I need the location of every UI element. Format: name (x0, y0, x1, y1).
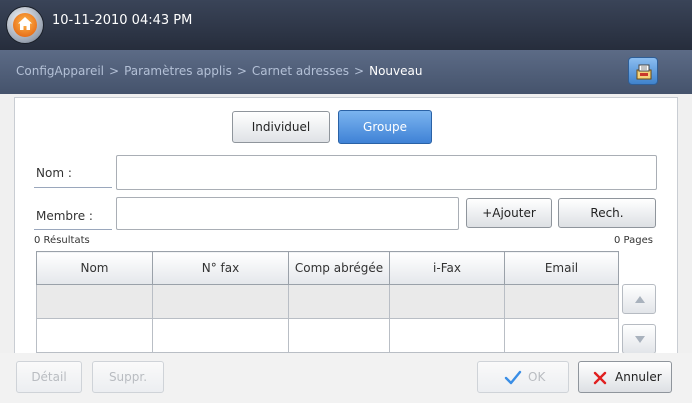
table-row[interactable] (36, 318, 619, 353)
member-input[interactable] (116, 197, 459, 230)
add-button[interactable]: +Ajouter (466, 198, 552, 228)
column-header-speed-dial[interactable]: Comp abrégée (288, 251, 390, 285)
breadcrumb-item-nouveau: Nouveau (369, 64, 423, 78)
individual-tab-button[interactable]: Individuel (232, 111, 330, 143)
checkmark-icon (504, 370, 522, 385)
table-row[interactable] (36, 284, 619, 319)
home-button[interactable] (6, 6, 44, 44)
name-divider (34, 187, 112, 188)
table-cell (389, 284, 505, 319)
scroll-down-button[interactable] (622, 324, 656, 354)
address-book-button[interactable] (628, 57, 658, 85)
arrow-up-icon (635, 296, 645, 303)
table-header-row: Nom N° fax Comp abrégée i-Fax Email (36, 251, 619, 285)
table-cell (152, 284, 289, 319)
table-cell (288, 318, 390, 353)
name-input[interactable] (116, 155, 657, 190)
ok-button[interactable]: OK (477, 361, 569, 393)
scroll-up-button[interactable] (622, 284, 656, 314)
results-count: 0 Résultats (34, 235, 90, 246)
table-cell (504, 318, 619, 353)
breadcrumb-separator: > (354, 64, 365, 78)
datetime: 10-11-2010 04:43 PM (52, 13, 193, 28)
breadcrumb-separator: > (236, 64, 247, 78)
delete-button[interactable]: Suppr. (92, 361, 164, 393)
status-bar: 10-11-2010 04:43 PM (0, 0, 692, 50)
close-icon (593, 371, 607, 385)
table-cell (36, 318, 153, 353)
table-cell (288, 284, 390, 319)
group-tab-button[interactable]: Groupe (338, 110, 432, 144)
column-header-fax[interactable]: N° fax (152, 251, 289, 285)
home-icon (13, 13, 37, 37)
breadcrumb-item-carnet-adresses[interactable]: Carnet adresses (252, 64, 349, 78)
cancel-button-label: Annuler (615, 370, 662, 384)
search-button[interactable]: Rech. (558, 198, 656, 228)
table-cell (36, 284, 153, 319)
members-table: Nom N° fax Comp abrégée i-Fax Email (36, 251, 619, 353)
breadcrumb: ConfigAppareil > Paramètres applis > Carnet … (16, 64, 422, 78)
table-cell (152, 318, 289, 353)
table-cell (504, 284, 619, 319)
pages-count: 0 Pages (614, 235, 653, 246)
breadcrumb-item-configappareil[interactable]: ConfigAppareil (16, 64, 104, 78)
detail-button[interactable]: Détail (16, 361, 82, 393)
address-book-icon (636, 64, 652, 80)
member-divider (34, 229, 112, 230)
member-label: Membre : (36, 209, 93, 223)
breadcrumb-separator: > (109, 64, 120, 78)
nav-bar: ConfigAppareil > Paramètres applis > Carnet … (0, 50, 692, 94)
column-header-name[interactable]: Nom (36, 251, 153, 285)
column-header-email[interactable]: Email (504, 251, 619, 285)
table-cell (389, 318, 505, 353)
column-header-ifax[interactable]: i-Fax (389, 251, 505, 285)
ok-button-label: OK (528, 370, 546, 384)
name-label: Nom : (36, 166, 72, 180)
arrow-down-icon (635, 336, 645, 343)
cancel-button[interactable]: Annuler (578, 361, 672, 393)
breadcrumb-item-parametres-applis[interactable]: Paramètres applis (124, 64, 232, 78)
